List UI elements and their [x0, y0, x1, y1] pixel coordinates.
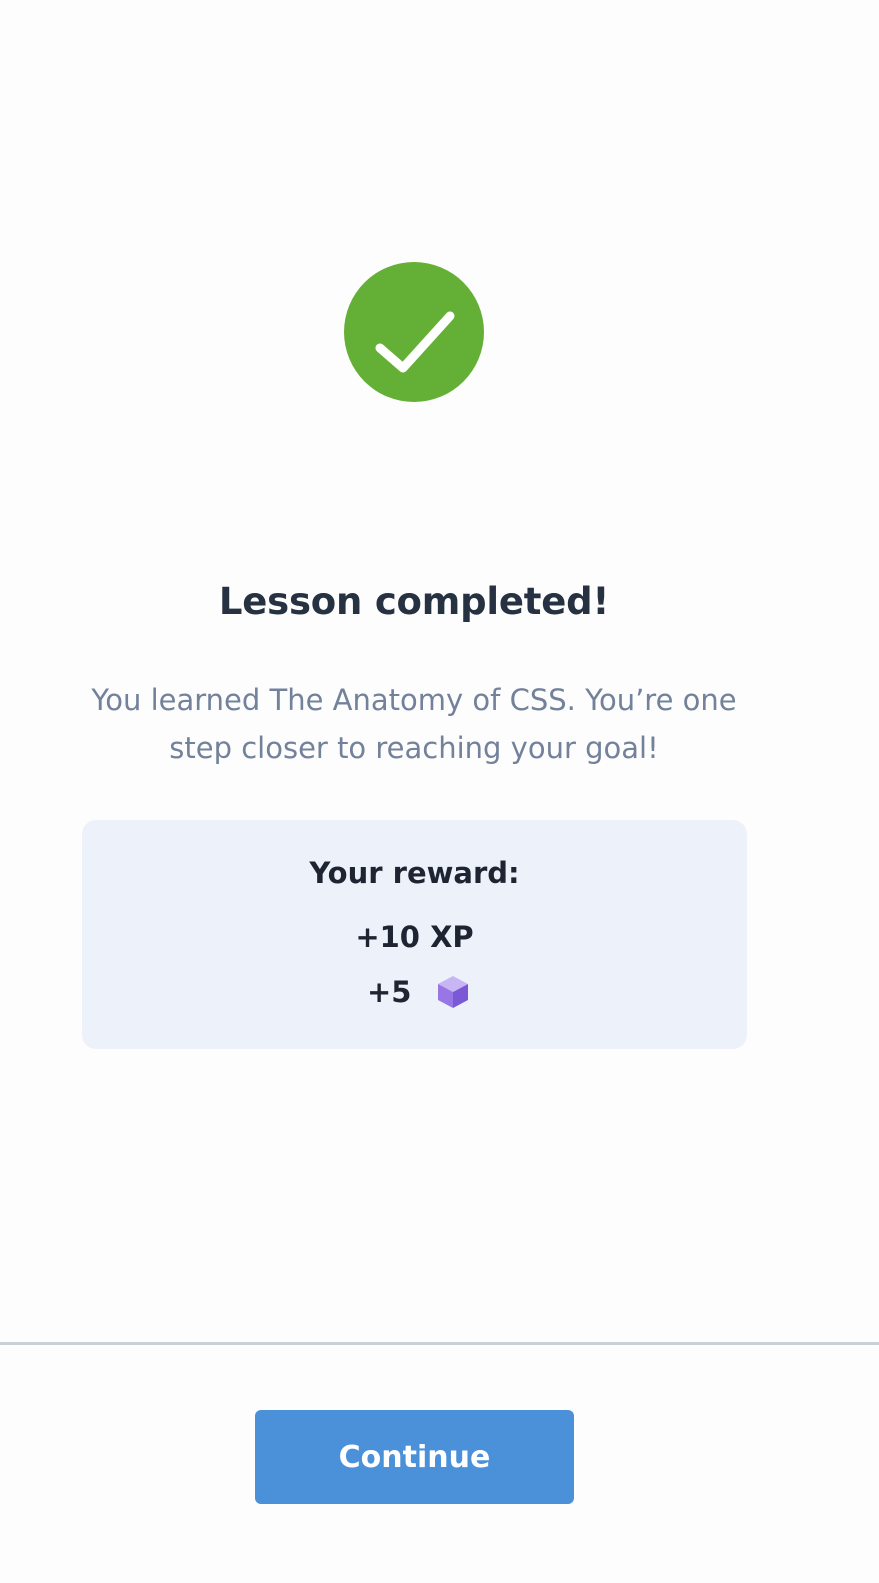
checkmark-icon [375, 311, 455, 373]
success-badge [344, 262, 484, 402]
completion-message: You learned The Anatomy of CSS. You’re o… [91, 683, 737, 765]
reward-gems-value: +5 [367, 975, 412, 1009]
page-title: Lesson completed! [218, 580, 610, 623]
continue-button[interactable]: Continue [255, 1410, 574, 1504]
reward-heading: Your reward: [309, 856, 520, 890]
reward-card: Your reward: +10 XP +5 [82, 820, 747, 1049]
lesson-complete-screen: Lesson completed! You learned The Anatom… [0, 0, 879, 1583]
footer-divider [0, 1342, 879, 1345]
reward-gems: +5 [367, 972, 469, 1012]
reward-xp: +10 XP [355, 920, 474, 954]
gem-cube-icon [438, 976, 469, 1008]
